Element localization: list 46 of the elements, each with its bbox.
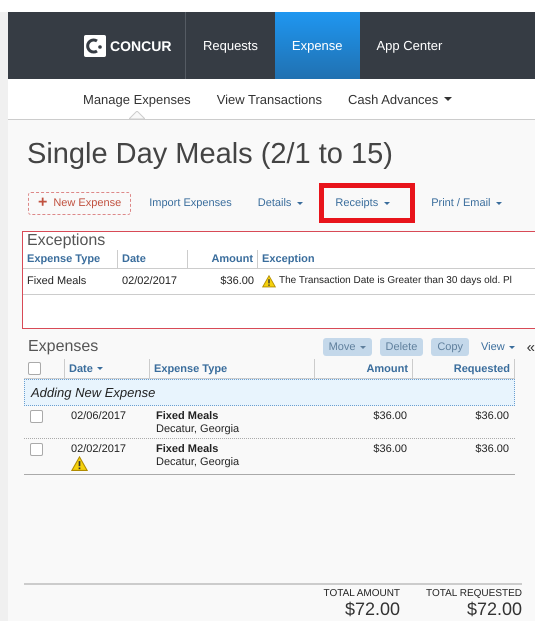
table-cell: $36.00	[373, 443, 407, 455]
section-title: Exceptions	[26, 232, 106, 249]
table-cell: 02/02/2017	[71, 443, 126, 455]
total-label: TOTAL AMOUNT	[324, 588, 400, 599]
table-cell-text: $36.00	[219, 274, 255, 289]
column-header[interactable]: Exception	[258, 250, 535, 269]
toolbar-link[interactable]: Details	[248, 183, 314, 223]
table-cell: $36.00	[475, 443, 509, 455]
subnav-tab[interactable]: Cash Advances	[348, 79, 452, 119]
table-cell-text: Fixed Meals	[26, 274, 88, 289]
table-cell: The Transaction Date is Greater than 30 days old. Pl	[279, 275, 512, 286]
table-cell: Fixed Meals	[156, 410, 218, 422]
table-cell: Fixed Meals	[156, 443, 218, 455]
nav-tab[interactable]: App Center	[360, 12, 460, 79]
toolbar-link[interactable]: Receipts	[319, 183, 416, 223]
plus-icon: +	[38, 194, 48, 212]
table-cell: $36.00	[373, 410, 407, 422]
subnav-tab[interactable]: Manage Expenses	[83, 79, 191, 119]
logo-icon	[84, 34, 106, 56]
row-checkbox[interactable]	[30, 410, 43, 423]
page-title: Single Day Meals (2/1 to 15)	[27, 138, 394, 171]
column-header[interactable]: Amount	[188, 250, 258, 269]
caret-icon	[508, 346, 515, 348]
toolbar-link[interactable]: Import Expenses	[139, 183, 242, 223]
table-cell: $36.00	[475, 410, 509, 422]
select-all-checkbox[interactable]	[28, 362, 41, 375]
table-cell-text: 02/02/2017	[121, 274, 178, 289]
table-cell: 02/06/2017	[71, 410, 126, 422]
new-expense-button[interactable]: + New Expense	[28, 192, 132, 214]
collapse-button[interactable]: «	[526, 338, 535, 356]
toolbar-link[interactable]: Print / Email	[421, 183, 512, 223]
view-menu[interactable]: View	[481, 341, 515, 353]
total-value: $72.00	[344, 599, 400, 620]
table-cell: Decatur, Georgia	[156, 456, 240, 468]
nav-tab[interactable]: Requests	[186, 12, 275, 79]
section-title: Expenses	[27, 338, 98, 356]
column-header[interactable]: Date	[118, 250, 188, 269]
column-header[interactable]: Expense Type	[23, 250, 118, 269]
row-checkbox[interactable]	[30, 443, 43, 456]
nav-tab[interactable]: Expense	[274, 12, 360, 79]
table-cell: Decatur, Georgia	[156, 423, 240, 435]
total-label: TOTAL REQUESTED	[426, 588, 522, 599]
subnav-tab[interactable]: View Transactions	[216, 79, 322, 119]
total-value: $72.00	[466, 599, 522, 620]
adding-row[interactable]: Adding New Expense	[24, 379, 515, 406]
logo-text: CONCUR	[110, 38, 172, 54]
